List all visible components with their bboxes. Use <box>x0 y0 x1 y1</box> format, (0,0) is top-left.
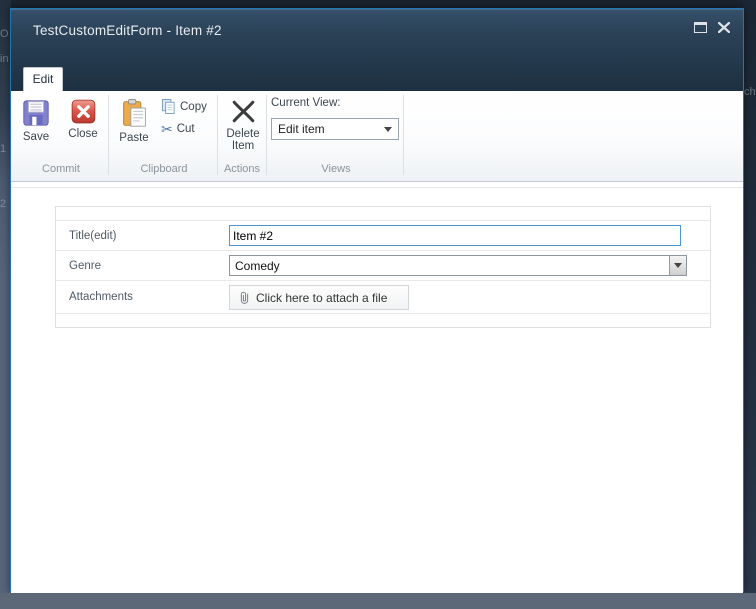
chevron-down-icon <box>384 126 392 132</box>
group-label-clipboard: Clipboard <box>140 163 188 175</box>
delete-item-button[interactable]: Delete Item <box>220 93 266 153</box>
ribbon: Save Close Commit Paste Copy ✂ Cut Clipb… <box>11 91 743 182</box>
title-input[interactable] <box>229 225 681 246</box>
tab-edit[interactable]: Edit <box>23 67 63 91</box>
paperclip-icon <box>240 291 249 304</box>
attach-file-label: Click here to attach a file <box>256 290 388 305</box>
dialog-titlebar: TestCustomEditForm - Item #2 <box>11 9 743 91</box>
cut-icon: ✂ <box>161 121 173 137</box>
cut-label: Cut <box>176 123 195 135</box>
ribbon-group-separator <box>108 95 109 175</box>
attach-file-button[interactable]: Click here to attach a file <box>229 285 409 310</box>
delete-icon <box>232 100 254 123</box>
maximize-button[interactable] <box>691 19 709 35</box>
copy-button[interactable]: Copy <box>158 97 210 116</box>
current-view-value: Edit item <box>278 122 325 136</box>
group-label-commit: Commit <box>42 163 80 175</box>
ribbon-group-separator <box>403 95 404 175</box>
page-backdrop-top <box>0 0 756 8</box>
close-window-button[interactable] <box>715 19 733 35</box>
table-row-attachments: Attachments Click here to attach a file <box>56 281 710 314</box>
close-label: Close <box>68 128 98 140</box>
save-icon <box>23 100 49 126</box>
table-row-title: Title(edit) <box>56 221 710 251</box>
current-view-dropdown[interactable]: Edit item <box>271 118 399 140</box>
content-divider <box>11 187 743 188</box>
paste-icon <box>122 99 146 127</box>
dialog-title: TestCustomEditForm - Item #2 <box>33 23 222 38</box>
page-backdrop-bottom <box>0 593 756 609</box>
save-button[interactable]: Save <box>16 93 56 144</box>
chevron-down-icon <box>674 263 682 268</box>
close-red-icon <box>71 99 95 124</box>
table-row-genre: Genre Comedy <box>56 251 710 281</box>
select-arrow-button[interactable] <box>669 256 686 275</box>
background-text-fragment: in <box>0 53 9 65</box>
background-text-fragment: ch <box>744 86 756 98</box>
genre-selected-value: Comedy <box>235 258 280 273</box>
genre-select[interactable]: Comedy <box>229 255 687 276</box>
table-row-spacer <box>56 314 710 328</box>
group-label-actions: Actions <box>223 163 261 175</box>
close-icon <box>718 21 730 33</box>
genre-field-label: Genre <box>69 259 101 272</box>
title-field-label: Title(edit) <box>69 229 117 242</box>
edit-form-table: Title(edit) Genre Comedy Attachments <box>55 206 711 328</box>
delete-item-label: Delete Item <box>226 128 260 152</box>
copy-icon <box>161 99 175 114</box>
form-content-area: Title(edit) Genre Comedy Attachments <box>11 183 743 593</box>
save-label: Save <box>22 131 50 143</box>
table-row-spacer <box>56 207 710 221</box>
cut-button[interactable]: ✂ Cut <box>158 120 198 138</box>
group-label-views: Views <box>321 163 351 175</box>
current-view-label: Current View: <box>271 97 341 109</box>
background-text-fragment: O <box>0 28 9 40</box>
paste-button[interactable]: Paste <box>112 93 156 145</box>
close-button[interactable]: Close <box>61 93 105 141</box>
maximize-icon <box>693 21 707 33</box>
paste-label: Paste <box>119 132 149 144</box>
background-text-fragment: 1 <box>0 143 7 155</box>
edit-form-dialog: TestCustomEditForm - Item #2 Edit Save C… <box>10 8 744 593</box>
background-text-fragment: 2 <box>0 198 7 210</box>
attachments-field-label: Attachments <box>69 291 133 303</box>
copy-label: Copy <box>180 100 207 113</box>
